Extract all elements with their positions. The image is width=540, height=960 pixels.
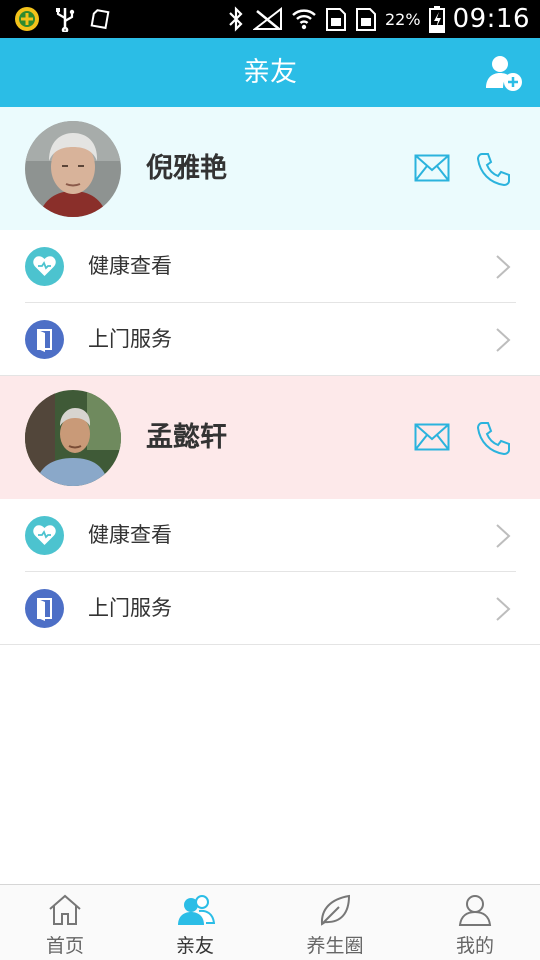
tab-home[interactable]: 首页	[0, 885, 130, 960]
chevron-right-icon	[496, 328, 511, 352]
page-title: 亲友	[243, 57, 297, 88]
avatar	[25, 121, 121, 217]
contact-card-ni-yayan[interactable]: 倪雅艳	[0, 107, 540, 230]
friends-icon	[178, 895, 215, 925]
bluetooth-icon	[229, 6, 243, 32]
avatar	[25, 390, 121, 486]
heart-icon	[25, 247, 64, 286]
door-icon	[25, 320, 64, 359]
row-label: 健康查看	[88, 523, 172, 547]
tab-label: 养生圈	[306, 935, 364, 957]
bottom-tab-bar: 首页 亲友 养生圈 我的	[0, 884, 540, 960]
divider	[0, 644, 540, 645]
phone-icon[interactable]	[476, 420, 512, 456]
heart-icon	[25, 516, 64, 555]
tab-profile[interactable]: 我的	[410, 885, 540, 960]
app-notification-icon	[15, 7, 39, 31]
tab-label: 我的	[455, 935, 494, 957]
battery-charging-icon	[428, 6, 445, 33]
tab-wellness[interactable]: 养生圈	[270, 885, 400, 960]
list-item-service-1[interactable]: 上门服务	[0, 303, 540, 376]
leaf-icon	[320, 894, 351, 926]
status-bar: 22% 09:16	[0, 0, 540, 38]
list-item-service-2[interactable]: 上门服务	[0, 572, 540, 645]
chevron-right-icon	[496, 597, 511, 621]
chevron-right-icon	[496, 255, 511, 279]
usb-icon	[56, 8, 75, 32]
mail-icon[interactable]	[414, 423, 450, 451]
row-label: 上门服务	[88, 327, 172, 351]
wifi-icon	[292, 9, 316, 30]
no-signal-icon	[253, 7, 282, 30]
tab-label: 首页	[45, 935, 84, 957]
list-item-health-1[interactable]: 健康查看	[0, 230, 540, 303]
home-icon	[49, 894, 81, 925]
tab-friends[interactable]: 亲友	[130, 885, 260, 960]
contact-name: 倪雅艳	[146, 153, 227, 184]
row-label: 上门服务	[88, 596, 172, 620]
add-contact-icon[interactable]	[484, 53, 524, 93]
chevron-right-icon	[496, 524, 511, 548]
battery-percent: 22%	[385, 9, 421, 29]
clock: 09:16	[452, 4, 530, 34]
sim1-icon	[326, 8, 346, 31]
mail-icon[interactable]	[414, 154, 450, 182]
contact-card-meng-yixuan[interactable]: 孟懿轩	[0, 376, 540, 499]
profile-icon	[458, 895, 492, 926]
contact-name: 孟懿轩	[146, 422, 227, 453]
phone-icon[interactable]	[476, 151, 512, 187]
row-label: 健康查看	[88, 254, 172, 278]
sim2-icon	[356, 8, 376, 31]
sd-card-icon	[90, 9, 110, 30]
list-item-health-2[interactable]: 健康查看	[0, 499, 540, 572]
door-icon	[25, 589, 64, 628]
tab-label: 亲友	[175, 935, 214, 957]
app-header: 亲友	[0, 38, 540, 107]
